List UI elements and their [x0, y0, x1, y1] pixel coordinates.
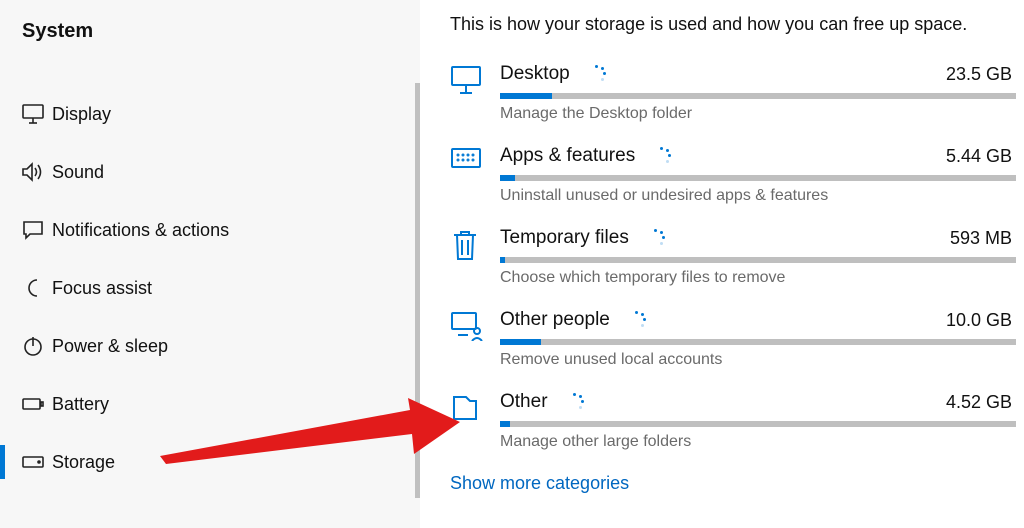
usage-bar-fill [500, 93, 552, 99]
storage-category-desktop[interactable]: Desktop 23.5 GB Manage the Desktop folde… [450, 63, 1024, 123]
loading-spinner-icon [647, 229, 665, 247]
speaker-icon [22, 162, 52, 182]
storage-category-other[interactable]: Other 4.52 GB Manage other large folders [450, 391, 1024, 451]
keyboard-icon [450, 145, 500, 169]
intro-text: This is how your storage is used and how… [450, 14, 1024, 35]
category-title: Desktop [500, 63, 570, 85]
category-size: 593 MB [950, 228, 1012, 249]
comment-icon [22, 220, 52, 240]
sidebar-item-notifications[interactable]: Notifications & actions [0, 201, 420, 259]
sidebar-title: System [0, 20, 420, 43]
category-title: Other people [500, 309, 610, 331]
category-description: Manage the Desktop folder [500, 105, 1016, 123]
sidebar-item-storage[interactable]: Storage [0, 433, 420, 491]
sidebar-item-label: Display [52, 104, 111, 125]
sidebar: System Display Sound Notifications & act… [0, 0, 420, 528]
usage-bar [500, 339, 1016, 345]
desktop-icon [450, 63, 500, 95]
usage-bar [500, 93, 1016, 99]
sidebar-item-focus-assist[interactable]: Focus assist [0, 259, 420, 317]
category-size: 4.52 GB [946, 392, 1012, 413]
sidebar-item-sound[interactable]: Sound [0, 143, 420, 201]
power-icon [22, 336, 52, 356]
sidebar-item-power-sleep[interactable]: Power & sleep [0, 317, 420, 375]
sidebar-item-label: Sound [52, 162, 104, 183]
category-description: Uninstall unused or undesired apps & fea… [500, 187, 1016, 205]
category-size: 5.44 GB [946, 146, 1012, 167]
show-more-link[interactable]: Show more categories [450, 473, 1024, 494]
sidebar-item-label: Focus assist [52, 278, 152, 299]
battery-icon [22, 397, 52, 411]
usage-bar-fill [500, 421, 510, 427]
main-content: This is how your storage is used and how… [420, 0, 1024, 528]
usage-bar [500, 175, 1016, 181]
usage-bar-fill [500, 257, 505, 263]
sidebar-item-label: Power & sleep [52, 336, 168, 357]
sidebar-item-display[interactable]: Display [0, 85, 420, 143]
storage-category-apps[interactable]: Apps & features 5.44 GB Uninstall unused… [450, 145, 1024, 205]
storage-category-list: Desktop 23.5 GB Manage the Desktop folde… [450, 63, 1024, 451]
sidebar-item-battery[interactable]: Battery [0, 375, 420, 433]
loading-spinner-icon [566, 393, 584, 411]
usage-bar [500, 257, 1016, 263]
category-title: Temporary files [500, 227, 629, 249]
sidebar-item-label: Storage [52, 452, 115, 473]
usage-bar-fill [500, 175, 515, 181]
storage-category-other-people[interactable]: Other people 10.0 GB Remove unused local… [450, 309, 1024, 369]
category-description: Choose which temporary files to remove [500, 269, 1016, 287]
category-size: 23.5 GB [946, 64, 1012, 85]
category-description: Remove unused local accounts [500, 351, 1016, 369]
loading-spinner-icon [628, 311, 646, 329]
loading-spinner-icon [588, 65, 606, 83]
category-title: Other [500, 391, 548, 413]
nav-list: Display Sound Notifications & actions Fo… [0, 85, 420, 491]
sidebar-item-label: Notifications & actions [52, 220, 229, 241]
moon-icon [22, 278, 52, 298]
monitor-person-icon [450, 309, 500, 341]
trash-icon [450, 227, 500, 261]
category-description: Manage other large folders [500, 433, 1016, 451]
storage-category-temporary[interactable]: Temporary files 593 MB Choose which temp… [450, 227, 1024, 287]
category-title: Apps & features [500, 145, 635, 167]
sidebar-item-label: Battery [52, 394, 109, 415]
folder-icon [450, 391, 500, 423]
category-size: 10.0 GB [946, 310, 1012, 331]
drive-icon [22, 455, 52, 469]
monitor-icon [22, 104, 52, 124]
usage-bar [500, 421, 1016, 427]
usage-bar-fill [500, 339, 541, 345]
loading-spinner-icon [653, 147, 671, 165]
